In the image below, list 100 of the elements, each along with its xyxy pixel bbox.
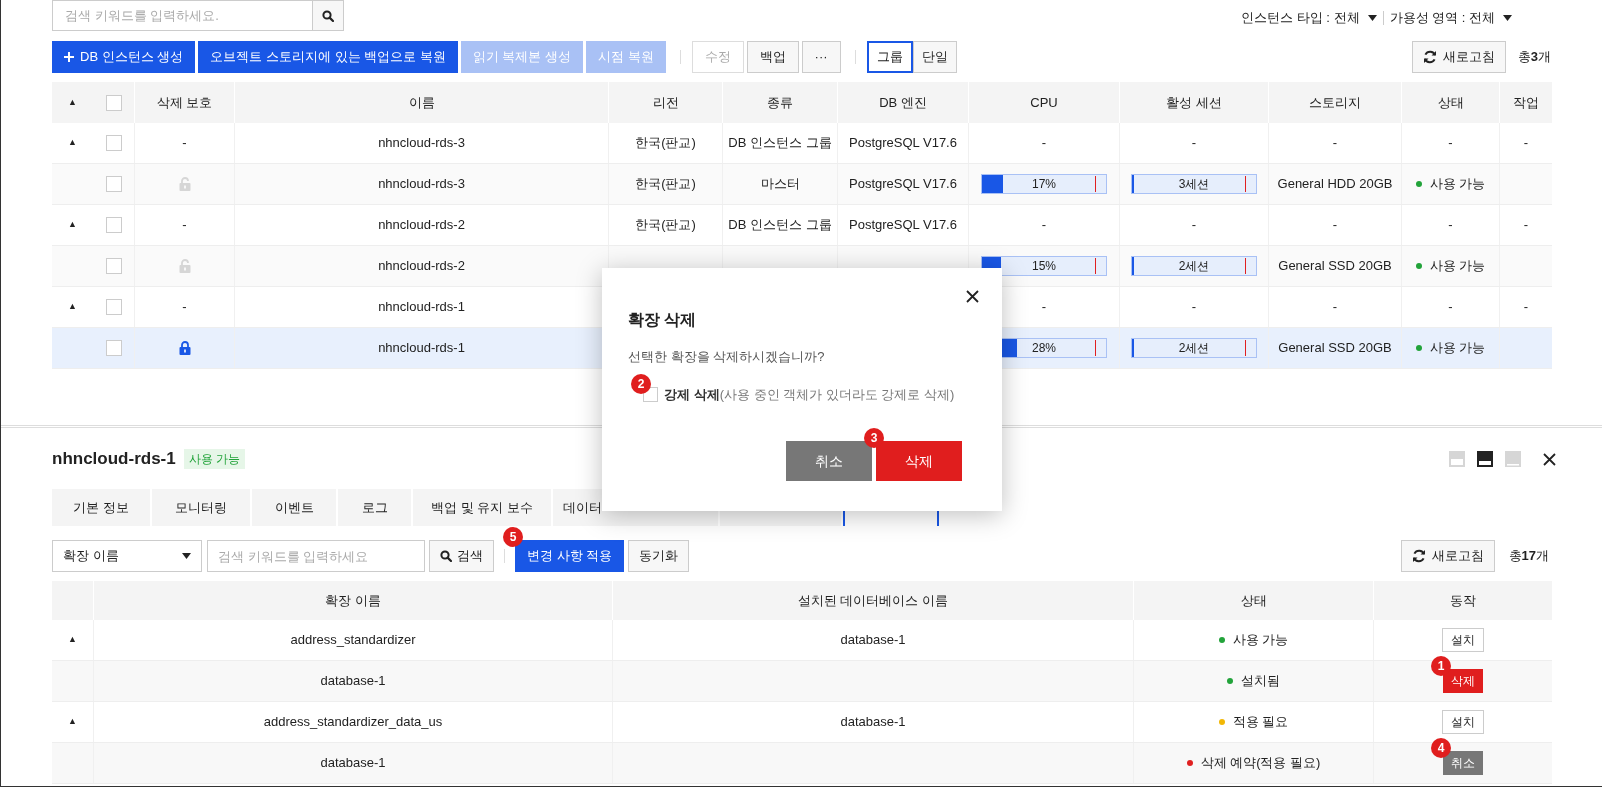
- refresh-icon: [1422, 50, 1437, 64]
- checkbox-label: 강제 삭제(사용 중인 객체가 있더라도 강제로 삭제): [664, 386, 955, 404]
- apply-changes-button[interactable]: 변경 사항 적용: [515, 540, 625, 572]
- action-button[interactable]: 취소: [1443, 751, 1483, 775]
- table-cell-text: General SSD 20GB: [1278, 339, 1392, 358]
- toolbar-button[interactable]: 백업: [746, 41, 799, 73]
- table-cell-text: -: [1332, 298, 1338, 317]
- column-header: 확장 이름: [325, 591, 381, 610]
- toolbar-button[interactable]: 오브젝트 스토리지에 있는 백업으로 복원: [198, 41, 458, 73]
- sort-toggle[interactable]: ▲: [68, 95, 77, 110]
- collapse-toggle[interactable]: ▲: [68, 218, 77, 232]
- status-text: 사용 가능: [1232, 631, 1289, 650]
- column-header: 스토리지: [1309, 93, 1361, 112]
- table-cell-text: -: [1448, 216, 1453, 235]
- action-button[interactable]: 설치: [1442, 628, 1484, 652]
- close-button[interactable]: [966, 290, 979, 303]
- tab[interactable]: 백업 및 유지 보수: [413, 489, 551, 526]
- column-header: 작업: [1513, 93, 1539, 112]
- view-toggle-tab[interactable]: 그룹: [866, 41, 913, 73]
- caret-icon: [182, 553, 191, 559]
- table-cell-text: database-1: [840, 713, 906, 732]
- column-header: 동작: [1450, 591, 1476, 610]
- collapse-toggle[interactable]: ▲: [68, 300, 77, 314]
- layout-toggle[interactable]: [1505, 451, 1521, 467]
- table-cell-text: -: [1191, 134, 1197, 153]
- close-button[interactable]: [1543, 452, 1556, 466]
- table-cell-text: PostgreSQL V17.6: [849, 175, 957, 194]
- refresh-icon: [1411, 549, 1426, 563]
- checkbox[interactable]: [105, 135, 122, 151]
- checkbox[interactable]: [105, 299, 122, 315]
- tab[interactable]: 이벤트: [252, 489, 336, 526]
- layout-icon: [1477, 451, 1493, 467]
- search-button[interactable]: [313, 0, 344, 31]
- tab[interactable]: 모니터링: [152, 489, 250, 526]
- meter-reading: 3세션: [1178, 176, 1210, 193]
- table-cell-text: DB 인스턴스 그룹: [728, 134, 832, 153]
- search-field[interactable]: 검색 키워드를 입력하세요.: [52, 0, 313, 31]
- checkbox[interactable]: [105, 340, 122, 356]
- checkbox[interactable]: [105, 217, 122, 233]
- collapse-toggle[interactable]: ▲: [68, 136, 77, 150]
- action-button[interactable]: 설치: [1442, 710, 1484, 734]
- checkbox[interactable]: [105, 94, 122, 111]
- search-icon: [440, 550, 452, 562]
- delete-button[interactable]: 삭제: [876, 441, 962, 481]
- search-button[interactable]: 검색: [429, 540, 494, 572]
- column-header: 종류: [767, 93, 793, 112]
- refresh-button[interactable]: 새로고침: [1400, 540, 1495, 572]
- caret-icon: [1367, 14, 1377, 21]
- table-cell-text: nhncloud-rds-1: [378, 298, 465, 317]
- tab[interactable]: 로그: [338, 489, 411, 526]
- toolbar-button[interactable]: DB 인스턴스 생성: [52, 41, 196, 73]
- refresh-button[interactable]: 새로고침: [1411, 41, 1506, 73]
- filter-dropdown[interactable]: 인스턴스 타입 : 전체: [1241, 8, 1377, 28]
- layout-toggle[interactable]: [1477, 451, 1493, 467]
- meter-reading: 15%: [1032, 258, 1056, 275]
- collapse-toggle[interactable]: ▲: [68, 633, 77, 647]
- filter-dropdown[interactable]: 가용성 영역 : 전체: [1389, 8, 1512, 28]
- threshold-line: [1244, 258, 1246, 274]
- dialog-message: 선택한 확장을 삭제하시겠습니까?: [628, 348, 825, 366]
- table-cell-text: -: [1523, 134, 1529, 153]
- view-toggle-tab[interactable]: 단일: [912, 41, 957, 73]
- collapse-toggle[interactable]: ▲: [68, 715, 77, 729]
- sync-button[interactable]: 동기화: [628, 540, 690, 572]
- meter-reading: 2세션: [1178, 258, 1210, 275]
- checkbox[interactable]: [105, 176, 122, 192]
- table-cell-text: nhncloud-rds-3: [378, 134, 465, 153]
- table-cell-text: 한국(판교): [635, 134, 696, 153]
- field-dropdown[interactable]: 확장 이름: [52, 540, 202, 572]
- table-cell-text: nhncloud-rds-3: [378, 175, 465, 194]
- table-cell-text: database-1: [320, 672, 386, 691]
- layout-icon: [1505, 451, 1521, 467]
- tab[interactable]: 기본 정보: [52, 489, 150, 526]
- table-cell-text: PostgreSQL V17.6: [849, 134, 957, 153]
- meter-reading: 2세션: [1178, 340, 1210, 357]
- step-marker: 5: [503, 527, 523, 547]
- column-header: 상태: [1437, 93, 1464, 112]
- table-cell-text: -: [182, 134, 187, 153]
- column-header: DB 엔진: [879, 93, 927, 112]
- threshold-line: [1244, 176, 1246, 192]
- cancel-button[interactable]: 취소: [786, 441, 872, 481]
- threshold-line: [1094, 258, 1096, 274]
- column-header: 이름: [408, 93, 435, 112]
- toolbar-button[interactable]: ···: [801, 41, 841, 73]
- total-count: 총17개: [1508, 547, 1549, 566]
- layout-toggle[interactable]: [1449, 451, 1465, 467]
- table-cell-text: -: [1191, 298, 1197, 317]
- status-text: 적용 필요: [1232, 713, 1289, 732]
- column-header: 리전: [652, 93, 679, 112]
- table-cell-text: -: [1041, 134, 1047, 153]
- table-cell-text: -: [1523, 298, 1529, 317]
- checkbox[interactable]: [105, 258, 122, 274]
- threshold-line: [1244, 340, 1246, 356]
- search-field[interactable]: 검색 키워드를 입력하세요: [207, 540, 425, 572]
- table-cell-text: 한국(판교): [635, 216, 696, 235]
- action-button[interactable]: 삭제: [1443, 669, 1483, 693]
- table-cell-text: -: [1448, 298, 1453, 317]
- search-icon: [322, 9, 334, 22]
- table-cell-text: address_standardizer_data_us: [263, 713, 443, 732]
- table-cell-text: nhncloud-rds-2: [378, 216, 465, 235]
- layout-icon: [1449, 451, 1465, 467]
